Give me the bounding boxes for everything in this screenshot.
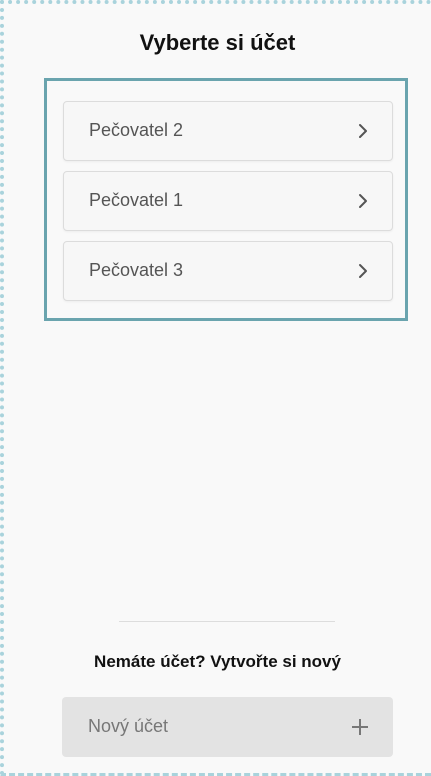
account-item-pecovatel-3[interactable]: Pečovatel 3 <box>63 241 393 301</box>
chevron-right-icon <box>356 262 370 280</box>
divider <box>119 621 335 622</box>
chevron-right-icon <box>356 122 370 140</box>
new-account-button[interactable]: Nový účet <box>62 697 393 757</box>
page-title: Vyberte si účet <box>139 30 296 55</box>
screen-frame: Vyberte si účet Pečovatel 2 Pečovatel 1 … <box>0 0 431 776</box>
create-account-prompt: Nemáte účet? Vytvořte si nový <box>94 652 341 671</box>
account-item-pecovatel-1[interactable]: Pečovatel 1 <box>63 171 393 231</box>
account-item-pecovatel-2[interactable]: Pečovatel 2 <box>63 101 393 161</box>
account-item-label: Pečovatel 3 <box>89 260 184 280</box>
account-item-label: Pečovatel 1 <box>89 190 184 210</box>
account-item-label: Pečovatel 2 <box>89 120 184 140</box>
plus-icon <box>350 717 370 737</box>
chevron-right-icon <box>356 192 370 210</box>
account-list: Pečovatel 2 Pečovatel 1 Pečovatel 3 <box>44 78 408 321</box>
new-account-label: Nový účet <box>88 716 169 736</box>
